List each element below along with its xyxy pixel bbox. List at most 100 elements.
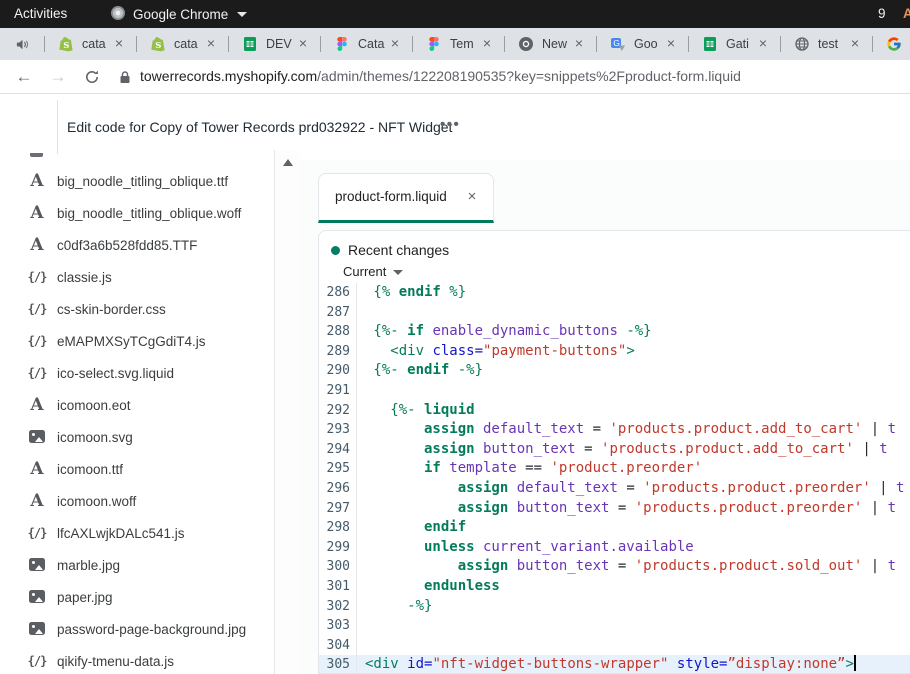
more-options-button[interactable]: ••• [440, 94, 460, 156]
file-list-item[interactable]: {/}qikify-tmenu-data.js [0, 645, 274, 674]
code-line-content: {%- if enable_dynamic_buttons -%} [357, 322, 910, 342]
scroll-up-arrow-icon[interactable] [283, 159, 293, 166]
browser-tab[interactable]: test× [781, 28, 873, 60]
code-line[interactable]: 298 endif [319, 518, 910, 538]
tab-close-icon[interactable]: × [295, 36, 311, 52]
file-list-item[interactable]: Ac0df3a6b528fdd85.TTF [0, 229, 274, 261]
browser-tab[interactable]: New× [505, 28, 597, 60]
svg-text:G: G [613, 38, 620, 48]
code-line[interactable]: 304 [319, 636, 910, 656]
code-line[interactable]: 288 {%- if enable_dynamic_buttons -%} [319, 322, 910, 342]
code-line[interactable]: 296 assign default_text = 'products.prod… [319, 479, 910, 499]
code-line-content: endunless [357, 577, 910, 597]
code-line-content: {%- endif -%} [357, 361, 910, 381]
code-line[interactable]: 305<div id="nft-widget-buttons-wrapper" … [319, 655, 910, 674]
forward-button[interactable]: → [48, 67, 68, 87]
tab-close-icon[interactable]: × [479, 36, 495, 52]
code-line-content: if template == 'product.preorder' [357, 459, 910, 479]
clock-partial-glyph: A [903, 0, 910, 28]
browser-tab[interactable] [873, 28, 910, 60]
code-line-content: assign button_text = 'products.product.p… [357, 499, 910, 519]
tab-close-icon[interactable]: × [663, 36, 679, 52]
partially-scrolled-file-icon [30, 153, 43, 157]
code-line-content: assign button_text = 'products.product.a… [357, 440, 910, 460]
tab-audio-indicator[interactable] [0, 28, 45, 60]
font-file-icon: A [26, 235, 48, 255]
code-line[interactable]: 302 -%} [319, 597, 910, 617]
file-list-item[interactable]: Aicomoon.ttf [0, 453, 274, 485]
activities-button[interactable]: Activities [14, 0, 67, 28]
code-line[interactable]: 289 <div class="payment-buttons"> [319, 342, 910, 362]
line-number: 286 [319, 283, 357, 303]
code-line[interactable]: 290 {%- endif -%} [319, 361, 910, 381]
line-number: 303 [319, 616, 357, 636]
code-line[interactable]: 287 [319, 303, 910, 323]
file-list-item[interactable]: Abig_noodle_titling_oblique.woff [0, 197, 274, 229]
code-line[interactable]: 294 assign button_text = 'products.produ… [319, 440, 910, 460]
line-number: 290 [319, 361, 357, 381]
code-line[interactable]: 292 {%- liquid [319, 401, 910, 421]
code-line[interactable]: 293 assign default_text = 'products.prod… [319, 420, 910, 440]
file-list-item[interactable]: {/}classie.js [0, 261, 274, 293]
code-line[interactable]: 297 assign button_text = 'products.produ… [319, 499, 910, 519]
tab-close-icon[interactable]: × [755, 36, 771, 52]
app-menu-button[interactable]: Google Chrome [110, 0, 247, 28]
file-list-item[interactable]: {/}cs-skin-border.css [0, 293, 274, 325]
globe-favicon-icon [794, 36, 810, 52]
file-list-item[interactable]: icomoon.svg [0, 421, 274, 453]
file-list-item[interactable]: password-page-background.jpg [0, 613, 274, 645]
file-list-item[interactable]: {/}eMAPMXSyTCgGdiT4.js [0, 325, 274, 357]
version-dropdown[interactable]: Current [343, 264, 403, 279]
code-line-content: assign default_text = 'products.product.… [357, 420, 910, 440]
file-list-item[interactable]: Aicomoon.eot [0, 389, 274, 421]
file-list-item[interactable]: Aicomoon.woff [0, 485, 274, 517]
reload-button[interactable] [82, 69, 102, 89]
sidebar-scrollbar[interactable] [274, 150, 300, 674]
tab-close-icon[interactable]: × [203, 36, 219, 52]
back-button[interactable]: ← [14, 67, 34, 87]
browser-tab[interactable]: Gati× [689, 28, 781, 60]
line-number: 295 [319, 459, 357, 479]
code-line[interactable]: 286 {% endif %} [319, 283, 910, 303]
browser-tab[interactable]: Tem× [413, 28, 505, 60]
browser-tab[interactable]: Scata× [137, 28, 229, 60]
code-line[interactable]: 303 [319, 616, 910, 636]
line-number: 293 [319, 420, 357, 440]
code-line[interactable]: 299 unless current_variant.available [319, 538, 910, 558]
font-file-icon: A [26, 395, 48, 415]
url-bar[interactable]: towerrecords.myshopify.com/admin/themes/… [140, 60, 741, 93]
line-number: 297 [319, 499, 357, 519]
browser-toolbar: ← → towerrecords.myshopify.com/admin/the… [0, 60, 910, 94]
code-line[interactable]: 295 if template == 'product.preorder' [319, 459, 910, 479]
browser-tab[interactable]: GGoo× [597, 28, 689, 60]
lock-icon[interactable] [119, 70, 131, 89]
tab-close-icon[interactable]: × [387, 36, 403, 52]
line-number: 301 [319, 577, 357, 597]
browser-tab[interactable]: Scata× [45, 28, 137, 60]
line-number: 294 [319, 440, 357, 460]
tab-close-icon[interactable]: × [571, 36, 587, 52]
tab-close-icon[interactable]: × [847, 36, 863, 52]
code-line[interactable]: 300 assign button_text = 'products.produ… [319, 557, 910, 577]
file-list-item[interactable]: {/}lfcAXLwjkDALc541.js [0, 517, 274, 549]
code-line[interactable]: 291 [319, 381, 910, 401]
file-list-item[interactable]: {/}ico-select.svg.liquid [0, 357, 274, 389]
line-number: 296 [319, 479, 357, 499]
file-list-item[interactable]: marble.jpg [0, 549, 274, 581]
file-list-item[interactable]: paper.jpg [0, 581, 274, 613]
code-line[interactable]: 301 endunless [319, 577, 910, 597]
font-file-icon: A [26, 459, 48, 479]
browser-tab[interactable]: DEV× [229, 28, 321, 60]
svg-text:S: S [155, 41, 161, 51]
file-list-item[interactable]: Abig_noodle_titling_oblique.ttf [0, 165, 274, 197]
version-label: Current [343, 264, 386, 279]
code-file-icon: {/} [26, 366, 48, 380]
browser-tab[interactable]: Cata× [321, 28, 413, 60]
editor-file-tab[interactable]: product-form.liquid × [318, 173, 494, 223]
file-name: c0df3a6b528fdd85.TTF [57, 238, 197, 253]
file-name: qikify-tmenu-data.js [57, 654, 174, 669]
code-line-content: unless current_variant.available [357, 538, 910, 558]
code-area[interactable]: 286 {% endif %}287288 {%- if enable_dyna… [319, 283, 910, 674]
editor-tab-close-icon[interactable]: × [463, 188, 481, 206]
tab-close-icon[interactable]: × [111, 36, 127, 52]
